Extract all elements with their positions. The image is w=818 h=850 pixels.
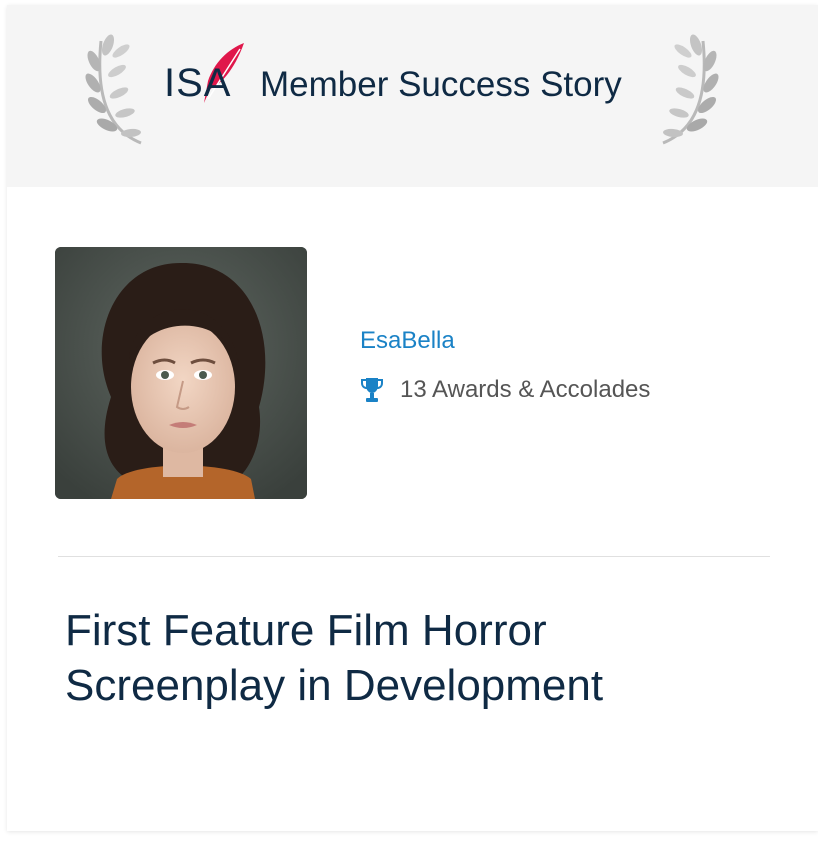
success-story-card: ISA Member Success Story EsaBella 13 Awa…	[7, 5, 818, 831]
awards-count-text: 13 Awards & Accolades	[400, 376, 651, 403]
laurel-left-icon	[85, 34, 142, 145]
trophy-icon	[361, 378, 383, 402]
story-title: First Feature Film Horror Screenplay in …	[65, 606, 604, 710]
awards-summary: 13 Awards & Accolades	[360, 375, 650, 405]
story-header: ISA Member Success Story	[7, 5, 818, 187]
avatar-photo	[55, 247, 307, 499]
logo-text: ISA	[164, 61, 232, 105]
member-name-link[interactable]: EsaBella	[360, 327, 455, 355]
isa-logo: ISA	[162, 41, 246, 107]
laurel-right-icon	[662, 34, 719, 145]
header-title: Member Success Story	[260, 65, 622, 104]
divider	[58, 556, 770, 557]
member-avatar[interactable]	[55, 247, 307, 499]
